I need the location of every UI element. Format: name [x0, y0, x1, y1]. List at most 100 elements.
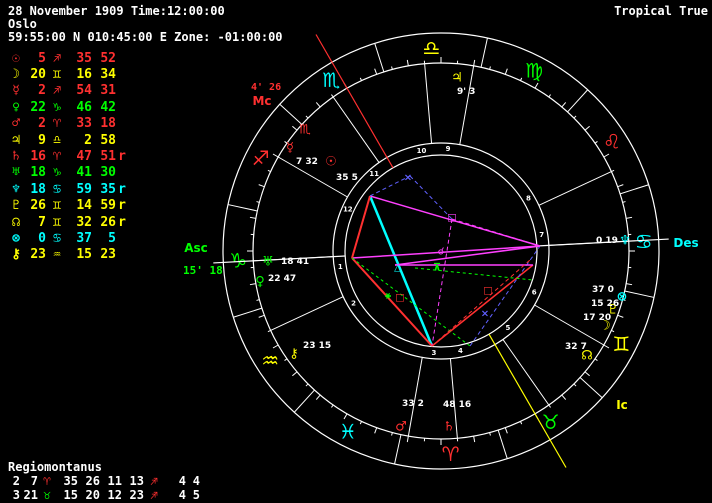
degree-tick [594, 141, 598, 144]
asc-label: Asc [184, 241, 208, 255]
degree-tick [561, 394, 567, 400]
degree-tick [603, 344, 610, 349]
degree-tick [374, 427, 378, 434]
aspect-icon: × [481, 309, 489, 320]
aspect-line [351, 195, 371, 259]
planet-wheel-position: 0 19 [596, 236, 618, 246]
aspect-line [351, 257, 433, 347]
degree-tick [359, 421, 363, 425]
planet-wheel-position: 18 41 [281, 257, 309, 267]
mc-label: Mc [252, 94, 271, 108]
aspect-line [431, 264, 534, 347]
sign-icon: ♎ [422, 36, 440, 60]
degree-tick [519, 77, 523, 81]
degree-tick [292, 371, 298, 377]
aspect-icon: △ [394, 263, 402, 274]
degree-tick [617, 184, 624, 188]
sign-boundary [480, 37, 488, 68]
aspect-line [394, 245, 541, 266]
sign-icon: ♓ [339, 419, 357, 443]
degree-tick [473, 436, 476, 443]
degree-tick [548, 404, 551, 408]
aspect-icon: × [404, 173, 412, 184]
planet-wheel-icon: ♆ [619, 234, 631, 249]
planet-wheel-position: 7 32 [296, 157, 318, 167]
degree-tick [272, 153, 279, 158]
sign-boundary [497, 429, 508, 459]
degree-tick [584, 371, 590, 377]
degree-tick [284, 358, 288, 361]
planet-wheel-icon: ♅ [262, 255, 274, 270]
degree-tick [603, 153, 610, 158]
degree-tick [305, 115, 309, 119]
degree-tick [292, 125, 298, 131]
sign-icon: ♑ [229, 249, 247, 273]
house-number: 3 [431, 349, 436, 357]
planet-wheel-position: 23 15 [303, 341, 331, 351]
degree-tick [267, 329, 271, 333]
degree-tick [473, 59, 476, 66]
degree-tick [626, 283, 633, 286]
house-number: 4 [458, 347, 463, 355]
degree-tick [331, 404, 334, 408]
planet-wheel-position: 32 7 [565, 342, 587, 352]
degree-tick [272, 344, 279, 349]
sign-boundary [624, 290, 655, 298]
sign-boundary [293, 389, 315, 413]
degree-tick [267, 169, 271, 173]
degree-tick [374, 68, 378, 75]
sign-boundary [233, 307, 263, 318]
degree-tick [573, 115, 577, 119]
sign-boundary [619, 184, 649, 195]
aspect-icon: □ [483, 286, 492, 297]
degree-tick [331, 94, 334, 98]
house-number: 6 [532, 288, 537, 296]
house-number: 7 [539, 231, 544, 239]
house-number: 9 [446, 145, 451, 153]
house-number: 8 [526, 194, 531, 202]
degree-tick [626, 216, 633, 219]
degree-tick [406, 59, 409, 66]
house-number: 10 [417, 147, 427, 155]
degree-tick [315, 102, 321, 108]
degree-tick [611, 169, 615, 173]
sign-icon: ♒ [261, 349, 279, 373]
sign-icon: ♋ [635, 229, 653, 253]
sign-icon: ♍ [525, 59, 543, 83]
ic-label: Ic [616, 398, 628, 412]
degree-tick [573, 383, 577, 387]
sign-boundary [579, 377, 603, 399]
house-cusp-line [538, 171, 612, 206]
degree-tick [584, 125, 590, 131]
aspect-icon: ⊼ [433, 263, 441, 274]
degree-tick [249, 216, 256, 219]
degree-tick [534, 82, 539, 89]
aspect-icon: □ [395, 293, 404, 304]
degree-tick [594, 358, 598, 361]
planet-wheel-position: 48 16 [443, 400, 471, 410]
planet-wheel-position: 35 5 [336, 173, 358, 183]
degree-tick [305, 383, 309, 387]
house-cusp-line [332, 96, 380, 163]
sign-boundary [279, 103, 303, 125]
planet-wheel-icon: ♄ [443, 420, 455, 435]
planet-wheel-icon: ⚷ [289, 347, 299, 362]
planet-wheel-position: 37 0 [592, 285, 614, 295]
sign-icon: ♈ [442, 442, 460, 466]
house-cusp-line [502, 339, 550, 406]
house-number: 1 [338, 263, 343, 271]
planet-wheel-icon: ♃ [451, 71, 463, 86]
planet-wheel-icon: ♂ [395, 420, 407, 435]
house-number: 5 [505, 324, 510, 332]
degree-tick [406, 436, 409, 443]
planet-wheel-icon: ☿ [286, 141, 294, 156]
des-label: Des [673, 236, 698, 250]
aspect-line [431, 259, 531, 347]
house-number: 11 [369, 170, 379, 178]
house-cusp-line [424, 63, 433, 144]
sign-boundary [374, 43, 385, 73]
aspect-line [409, 175, 453, 220]
degree-tick [343, 413, 348, 420]
planet-wheel-position: 9' 3 [457, 87, 475, 97]
house-cusp-line [407, 357, 423, 437]
